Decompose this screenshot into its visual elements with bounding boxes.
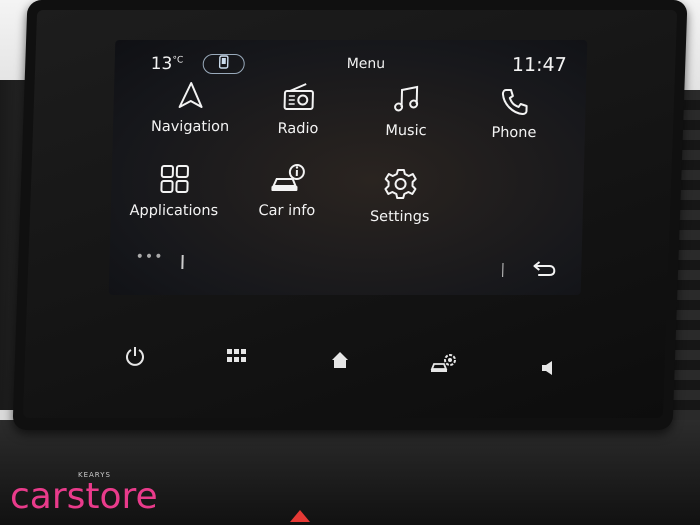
phone-handset-icon — [501, 89, 528, 115]
app-label: Navigation — [150, 119, 230, 135]
app-label: Applications — [129, 203, 219, 219]
app-tile-radio[interactable]: Radio — [243, 82, 354, 137]
app-tile-settings[interactable]: Settings — [344, 168, 455, 225]
page-title: Menu — [346, 56, 386, 72]
app-label: Music — [385, 123, 427, 139]
volume-icon[interactable] — [540, 360, 556, 380]
app-tile-navigation[interactable]: Navigation — [135, 80, 246, 135]
car-info-icon — [271, 164, 305, 191]
phone-connection-icon[interactable] — [202, 54, 245, 74]
grid-icon[interactable] — [226, 348, 246, 368]
status-bar: 13°C Menu 11:47 — [114, 46, 587, 76]
clock: 11:47 — [511, 54, 567, 76]
app-tile-car-info[interactable]: Car info — [232, 164, 343, 219]
footer-divider-right — [501, 263, 504, 277]
music-note-icon — [394, 85, 419, 112]
infotainment-screen: 13°C Menu 11:47 Navigation Radio Music P… — [108, 40, 588, 295]
carstore-logo: carstore — [10, 476, 158, 517]
app-label: Settings — [369, 209, 430, 225]
footer-divider-left — [181, 255, 184, 269]
app-label: Radio — [277, 121, 319, 137]
home-icon[interactable] — [330, 350, 350, 374]
app-tile-phone[interactable]: Phone — [459, 86, 570, 141]
power-icon[interactable] — [124, 345, 146, 371]
app-label: Phone — [491, 125, 537, 141]
app-tile-applications[interactable]: Applications — [119, 164, 230, 219]
car-settings-icon[interactable] — [430, 352, 458, 378]
apps-grid-icon — [160, 165, 189, 193]
more-dots[interactable]: ••• — [135, 249, 163, 265]
gear-icon — [384, 169, 417, 199]
back-icon[interactable] — [531, 259, 558, 281]
outside-temperature: 13°C — [150, 54, 184, 74]
app-tile-music[interactable]: Music — [351, 84, 462, 139]
navigation-arrow-icon — [178, 82, 203, 108]
hazard-button[interactable] — [290, 510, 310, 522]
app-label: Car info — [258, 203, 316, 219]
radio-icon — [283, 83, 314, 110]
